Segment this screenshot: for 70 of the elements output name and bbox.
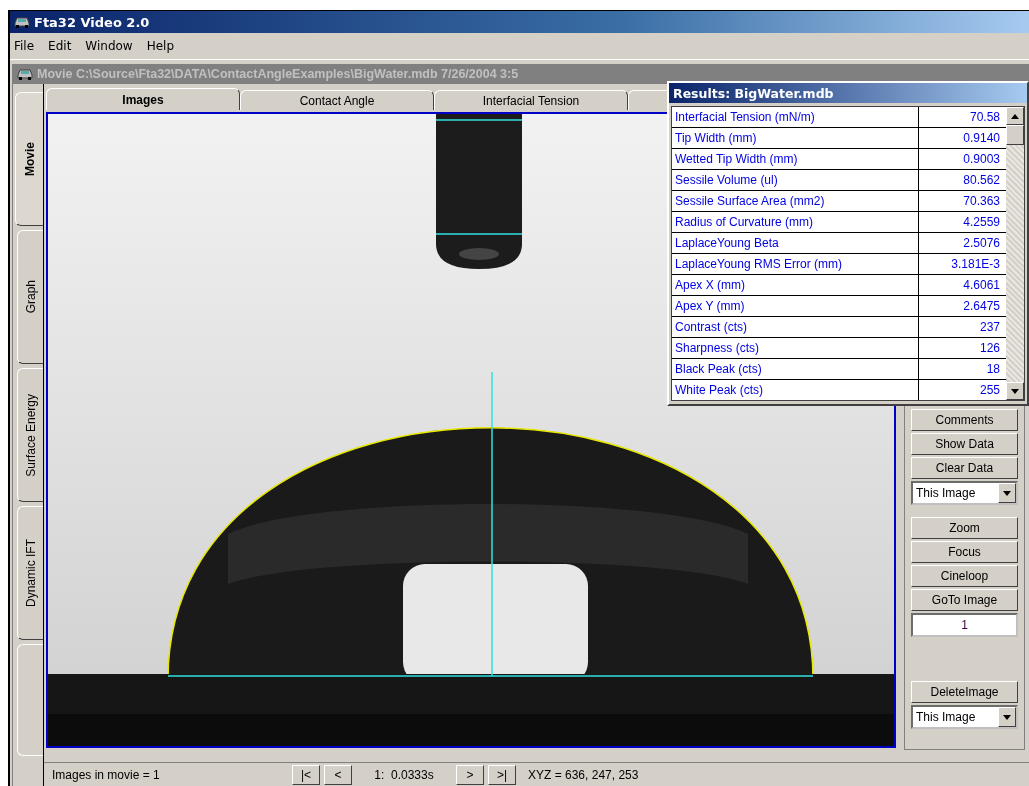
table-cell: Sessile Volume (ul) xyxy=(672,170,918,190)
panel-button[interactable]: Focus xyxy=(911,541,1018,563)
tab[interactable]: Contact Angle xyxy=(240,90,434,110)
menu-item[interactable]: Window xyxy=(85,39,133,53)
menu-item[interactable]: File xyxy=(14,39,35,53)
nav-button[interactable]: >| xyxy=(488,765,516,785)
window-title: Fta32 Video 2.0 xyxy=(34,14,150,30)
car-icon xyxy=(17,68,33,80)
panel-button[interactable]: Show Data xyxy=(911,433,1018,455)
menu-item[interactable]: Edit xyxy=(48,39,72,53)
document-title: Movie C:\Source\Fta32\DATA\ContactAngleExamples\BigWater.mdb 7/26/2004 3:5 xyxy=(37,67,519,81)
scroll-down-button[interactable] xyxy=(1006,382,1024,400)
table-cell: 4.2559 xyxy=(919,212,1006,232)
tab[interactable]: Images xyxy=(46,88,240,110)
table-cell: 4.6061 xyxy=(919,275,1006,295)
down-arrow-icon xyxy=(1003,714,1011,720)
scope-dropdown[interactable]: This Image xyxy=(911,481,1018,505)
table-cell: 18 xyxy=(919,359,1006,379)
table-cell: Radius of Curvature (mm) xyxy=(672,212,918,232)
up-arrow-icon xyxy=(1011,113,1019,119)
table-cell: LaplaceYoung Beta xyxy=(672,233,918,253)
side-tab[interactable]: Surface Energy xyxy=(17,368,43,502)
table-cell: 0.9003 xyxy=(919,149,1006,169)
table-cell: 126 xyxy=(919,338,1006,358)
table-cell: Apex X (mm) xyxy=(672,275,918,295)
panel-button[interactable]: Zoom xyxy=(911,517,1018,539)
table-cell: 237 xyxy=(919,317,1006,337)
table-cell: 70.58 xyxy=(919,107,1006,127)
table-cell: LaplaceYoung RMS Error (mm) xyxy=(672,254,918,274)
table-cell: Tip Width (mm) xyxy=(672,128,918,148)
table-cell: 3.181E-3 xyxy=(919,254,1006,274)
nav-button[interactable]: < xyxy=(324,765,352,785)
scroll-thumb[interactable] xyxy=(1006,125,1024,145)
table-cell: Black Peak (cts) xyxy=(672,359,918,379)
table-cell: Wetted Tip Width (mm) xyxy=(672,149,918,169)
results-title: Results: BigWater.mdb xyxy=(673,85,834,101)
panel-button[interactable]: Cineloop xyxy=(911,565,1018,587)
table-cell: 2.6475 xyxy=(919,296,1006,316)
panel-button[interactable]: DeleteImage xyxy=(911,681,1018,703)
nav-button[interactable]: |< xyxy=(292,765,320,785)
table-cell: 0.9140 xyxy=(919,128,1006,148)
panel-button[interactable]: GoTo Image xyxy=(911,589,1018,611)
side-tab[interactable]: Dynamic IFT xyxy=(17,506,43,640)
image-count: Images in movie = 1 xyxy=(52,768,160,782)
image-number-field[interactable]: 1 xyxy=(911,613,1018,637)
scope-dropdown[interactable]: This Image xyxy=(911,705,1018,729)
table-cell: Interfacial Tension (mN/m) xyxy=(672,107,918,127)
table-cell: Contrast (cts) xyxy=(672,317,918,337)
table-cell: 80.562 xyxy=(919,170,1006,190)
table-cell: Sessile Surface Area (mm2) xyxy=(672,191,918,211)
panel-button[interactable]: Clear Data xyxy=(911,457,1018,479)
table-cell: White Peak (cts) xyxy=(672,380,918,400)
down-arrow-icon xyxy=(1003,490,1011,496)
side-tab[interactable]: Graph xyxy=(17,230,43,364)
down-arrow-icon xyxy=(1011,388,1019,394)
scrollbar[interactable] xyxy=(1006,107,1024,400)
nav-button[interactable]: > xyxy=(456,765,484,785)
table-cell: 255 xyxy=(919,380,1006,400)
frame-time: 1: 0.0333s xyxy=(373,768,435,782)
table-cell: Apex Y (mm) xyxy=(672,296,918,316)
table-cell: 70.363 xyxy=(919,191,1006,211)
tab[interactable]: Interfacial Tension xyxy=(434,90,628,110)
table-cell: 2.5076 xyxy=(919,233,1006,253)
menu-item[interactable]: Help xyxy=(146,39,175,53)
cursor-coordinates: XYZ = 636, 247, 253 xyxy=(528,768,639,782)
panel-button[interactable]: Comments xyxy=(911,409,1018,431)
side-tab[interactable]: Movie xyxy=(15,92,43,226)
scroll-up-button[interactable] xyxy=(1006,107,1024,125)
car-icon xyxy=(14,16,30,28)
table-cell: Sharpness (cts) xyxy=(672,338,918,358)
